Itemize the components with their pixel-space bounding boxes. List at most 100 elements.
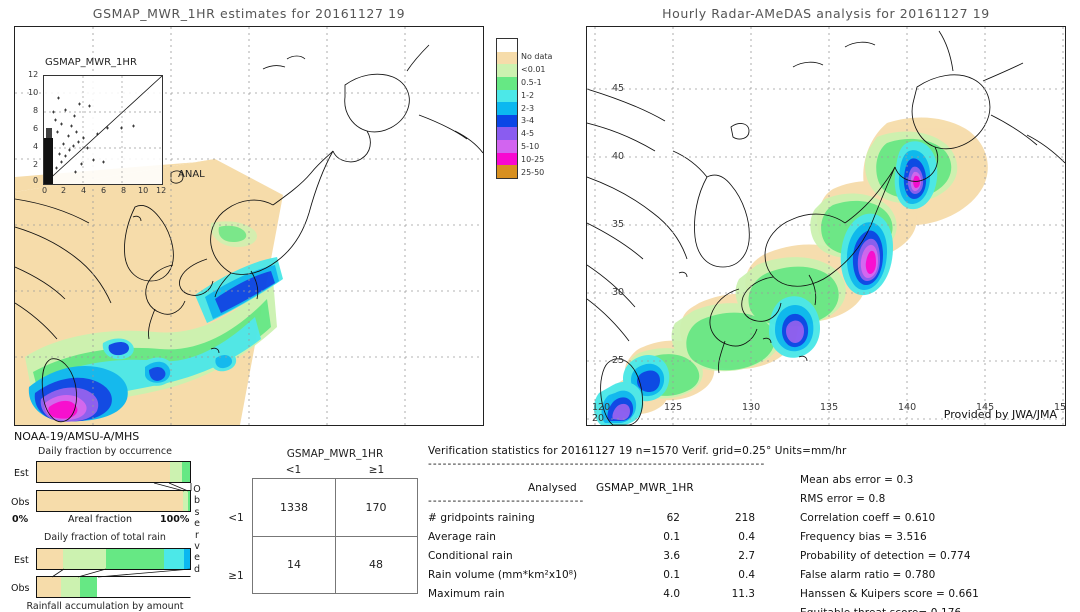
colorbar-swatch-1 [497, 51, 517, 65]
colorbar-swatch-8 [497, 140, 517, 153]
precipitation-colorbar [496, 38, 518, 179]
bar-occ-obs-segment-0 [37, 491, 184, 511]
lat-tick-20: 20 [592, 413, 605, 424]
bar2-connector-lines [51, 568, 192, 578]
stats-score-7: Equitable threat score= 0.176 [800, 607, 961, 612]
colorbar-label-5: 2-3 [521, 103, 535, 113]
cell-miss-c: 14 [287, 558, 301, 571]
stats-score-2: Correlation coeff = 0.610 [800, 512, 936, 524]
observed-char-6: e [194, 552, 200, 564]
cell-hit-a: 1338 [280, 501, 308, 514]
lat-tick-45: 45 [612, 83, 625, 94]
stats-row-analysed-2: 3.6 [663, 550, 680, 562]
inset-ytick-0: 0 [33, 176, 39, 185]
stats-score-3: Frequency bias = 3.516 [800, 531, 927, 543]
stats-row-label-1: Average rain [428, 531, 496, 543]
bar-occ-est-segment-2 [181, 462, 190, 482]
inset-xtick-8: 8 [121, 186, 127, 195]
colorbar-label-1: No data [521, 52, 553, 62]
contingency-row1-label: <1 [228, 512, 244, 524]
bar-occ-est-segment-0 [37, 462, 171, 482]
colorbar-swatch-7 [497, 127, 517, 141]
inset-ytick-12: 12 [28, 70, 39, 79]
stats-col-analysed: Analysed [528, 482, 577, 494]
bar-tot-obs-segment-0 [37, 577, 62, 597]
verification-plot-page: GSMAP_MWR_1HR estimates for 20161127 19 [0, 0, 1080, 612]
bar-tot-obs-segment-2 [79, 577, 97, 597]
right-map-graphic [587, 27, 1065, 425]
bar-tot-est-segment-0 [37, 549, 63, 569]
contingency-col1-label: <1 [285, 464, 302, 476]
bar1-axis-min: 0% [12, 514, 29, 525]
observed-char-1: b [193, 495, 201, 507]
stats-divider-2: -------------------------------- [428, 495, 585, 507]
colorbar-swatch-10 [497, 165, 517, 179]
stats-row-model-4: 11.3 [731, 588, 755, 600]
inset-xtick-6: 6 [101, 186, 107, 195]
bar-chart-1-title: Daily fraction by occurrence [38, 446, 172, 457]
colorbar-label-10: 25-50 [521, 167, 545, 177]
stats-score-0: Mean abs error = 0.3 [800, 474, 914, 486]
inset-ytick-8: 8 [33, 106, 39, 115]
colorbar-label-4: 1-2 [521, 90, 535, 100]
scatter-inset[interactable]: 12 10 8 6 4 2 0 0 2 4 6 8 10 12 [28, 70, 166, 195]
stats-row-analysed-0: 62 [666, 512, 680, 524]
stats-row-analysed-4: 4.0 [663, 588, 680, 600]
scatter-inset-graphic [43, 75, 163, 185]
inset-xtick-10: 10 [138, 186, 149, 195]
observed-vertical-label: Observed [192, 484, 202, 575]
observed-char-5: v [194, 541, 200, 553]
stats-row-label-3: Rain volume (mm*km²x10⁸) [428, 569, 578, 581]
bar1-est-row [36, 461, 191, 483]
stats-row-model-0: 218 [734, 512, 755, 524]
observed-char-0: O [193, 484, 201, 495]
inset-xtick-12: 12 [156, 186, 167, 195]
inset-ytick-4: 4 [33, 142, 39, 151]
colorbar-label-3: 0.5-1 [521, 77, 542, 87]
contingency-col2-label: ≥1 [368, 464, 385, 476]
stats-score-5: False alarm ratio = 0.780 [800, 569, 936, 581]
contingency-header: GSMAP_MWR_1HR [286, 448, 384, 460]
bar-tot-est-segment-1 [63, 549, 106, 569]
bar-chart-2-title: Daily fraction of total rain [44, 532, 166, 543]
lon-tick-135: 135 [820, 402, 839, 413]
stats-row-model-2: 2.7 [738, 550, 755, 562]
stats-row-model-3: 0.4 [738, 569, 755, 581]
colorbar-labels: No data <0.01 0.5-1 1-2 2-3 3-4 4-5 5-10 10-25 25… [521, 38, 581, 179]
bar-occ-obs-segment-2 [187, 491, 190, 511]
colorbar-swatch-3 [497, 76, 517, 90]
bar2-est-label: Est [14, 555, 29, 566]
lat-tick-35: 35 [612, 219, 625, 230]
colorbar-swatch-2 [497, 64, 517, 77]
colorbar-label-9: 10-25 [521, 154, 545, 164]
inset-xaxis-label: ANAL [178, 169, 205, 180]
stats-row-analysed-3: 0.1 [663, 569, 680, 581]
stats-row-label-0: # gridpoints raining [428, 512, 535, 524]
right-panel-title: Hourly Radar-AMeDAS analysis for 2016112… [662, 6, 990, 21]
inset-ytick-2: 2 [33, 160, 39, 169]
bar2-obs-row [36, 576, 191, 598]
bar1-axis-max: 100% [160, 514, 190, 525]
bar1-axis-label: Areal fraction [68, 514, 133, 525]
lon-tick-150: 15 [1054, 402, 1067, 413]
stats-row-model-1: 0.4 [738, 531, 755, 543]
colorbar-label-8: 5-10 [521, 141, 540, 151]
lon-tick-145: 145 [976, 402, 995, 413]
colorbar-label-7: 4-5 [521, 129, 535, 139]
bar-occ-est-segment-1 [170, 462, 182, 482]
stats-row-label-2: Conditional rain [428, 550, 513, 562]
bar1-obs-label: Obs [11, 497, 30, 508]
inset-ytick-6: 6 [33, 124, 39, 133]
lon-tick-130: 130 [742, 402, 761, 413]
lat-tick-25: 25 [612, 355, 625, 366]
bar1-obs-row [36, 490, 191, 512]
bar2-axis-label: Rainfall accumulation by amount [26, 601, 184, 612]
radar-amedas-map[interactable]: Provided by JWA/JMA [586, 26, 1066, 426]
stats-row-label-4: Maximum rain [428, 588, 505, 600]
observed-char-2: s [194, 506, 200, 518]
lon-tick-140: 140 [898, 402, 917, 413]
gsmap-estimate-map[interactable]: 12 10 8 6 4 2 0 0 2 4 6 8 10 12 GSMAP_MW… [14, 26, 484, 426]
stats-col-model: GSMAP_MWR_1HR [596, 482, 694, 494]
colorbar-label-6: 3-4 [521, 116, 535, 126]
contingency-table[interactable]: 1338 170 14 48 [252, 478, 418, 594]
